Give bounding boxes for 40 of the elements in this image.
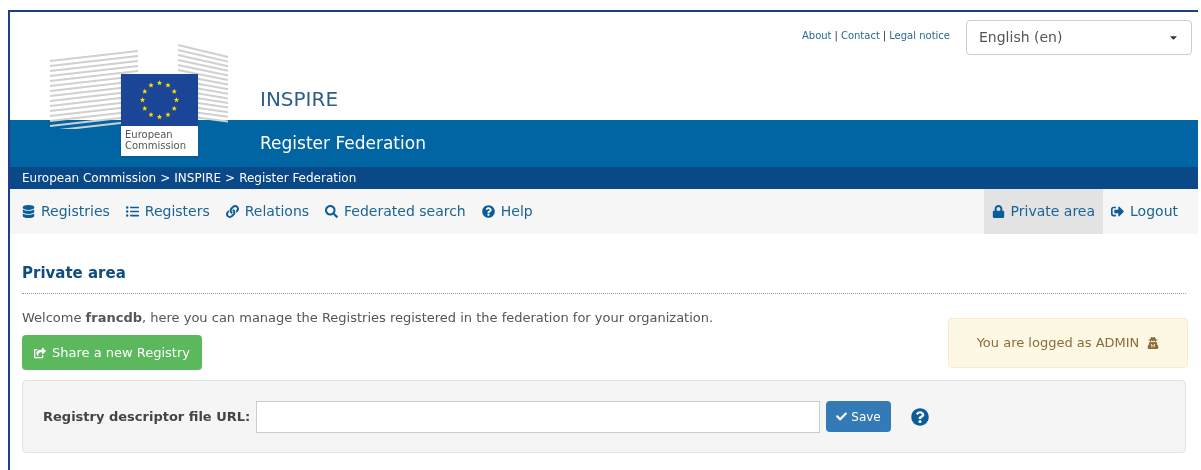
- field-label: Registry descriptor file URL:: [43, 407, 251, 426]
- nav-link[interactable]: Logout: [1103, 189, 1186, 234]
- help-icon: [481, 205, 495, 218]
- list-icon: [125, 205, 139, 218]
- nav-link[interactable]: Federated search: [317, 189, 474, 234]
- top-link[interactable]: Legal notice: [889, 28, 950, 43]
- breadcrumb-link[interactable]: INSPIRE: [174, 169, 222, 187]
- top-link[interactable]: About: [801, 28, 832, 43]
- eu-flag-icon: [121, 74, 198, 126]
- nav-link[interactable]: Help: [473, 189, 541, 234]
- site-title: INSPIRE: [260, 86, 340, 113]
- user-icon: [1147, 336, 1160, 349]
- share-icon: [34, 346, 46, 359]
- nav-link[interactable]: Registries: [14, 189, 118, 234]
- database-icon: [22, 205, 35, 218]
- logo-text: European: [125, 129, 173, 140]
- nav-link[interactable]: Private area: [983, 189, 1104, 234]
- help-icon[interactable]: [910, 407, 929, 426]
- link-icon: [225, 205, 239, 218]
- page-heading: Private area: [22, 262, 1186, 294]
- breadcrumb-link[interactable]: European Commission: [22, 169, 157, 187]
- nav-link[interactable]: Registers: [117, 189, 218, 234]
- link-separator: |: [882, 29, 887, 43]
- save-button[interactable]: Save: [826, 401, 891, 432]
- welcome-text: Welcome francdb, here you can manage the Registries registered in the federation for your organization.: [22, 308, 714, 327]
- logout-icon: [1111, 205, 1125, 218]
- alert-text: You are logged as ADMIN: [976, 333, 1140, 352]
- breadcrumb-separator: >: [160, 170, 171, 187]
- site-subtitle: Register Federation: [260, 131, 426, 155]
- lock-icon: [991, 205, 1005, 218]
- url-input-field[interactable]: [256, 400, 821, 433]
- logo-text: Commission: [125, 140, 187, 151]
- check-icon: [836, 411, 848, 422]
- link-separator: |: [834, 29, 838, 43]
- breadcrumb-separator: >: [225, 170, 236, 187]
- nav-link[interactable]: Relations: [217, 189, 318, 234]
- top-link[interactable]: Contact: [840, 28, 880, 43]
- language-select[interactable]: English (en): [966, 20, 1192, 55]
- search-icon: [325, 205, 339, 218]
- breadcrumb-link[interactable]: Register Federation: [239, 169, 357, 187]
